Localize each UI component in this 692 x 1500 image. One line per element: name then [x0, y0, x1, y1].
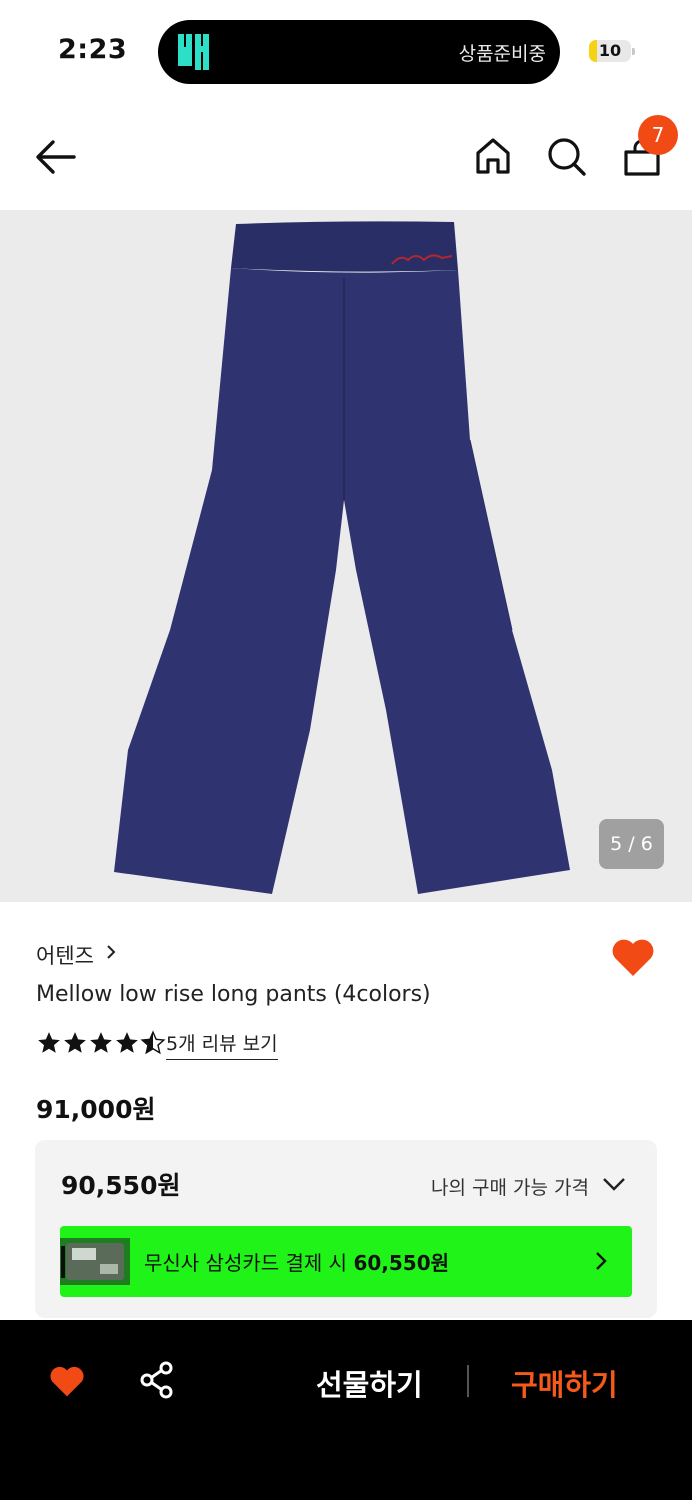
- status-bar: 2:23 배민 상품준비중 10: [0, 0, 692, 100]
- reviews-link[interactable]: 5개 리뷰 보기: [166, 1029, 278, 1060]
- samsung-card-image-icon: [60, 1238, 130, 1285]
- share-icon[interactable]: [138, 1361, 176, 1399]
- bottom-action-bar: 선물하기 구매하기: [0, 1320, 692, 1500]
- promo-prefix: 무신사 삼성카드 결제 시: [144, 1251, 354, 1275]
- star-filled-icon: [116, 1032, 138, 1053]
- battery-level: 10: [598, 41, 622, 60]
- gift-button[interactable]: 선물하기: [316, 1362, 423, 1404]
- cart-count-badge[interactable]: 7: [638, 115, 678, 155]
- star-filled-icon: [38, 1032, 60, 1053]
- baemin-logo-icon: [176, 30, 216, 74]
- my-price-toggle[interactable]: 나의 구매 가능 가격: [431, 1173, 589, 1200]
- home-icon[interactable]: [473, 136, 513, 176]
- rating-stars: [36, 1030, 166, 1056]
- original-price: 91,000원: [36, 1095, 156, 1124]
- star-filled-icon: [90, 1032, 112, 1053]
- heart-filled-icon[interactable]: [48, 1364, 86, 1398]
- current-price: 90,550원: [61, 1171, 181, 1200]
- heart-filled-icon[interactable]: [610, 936, 656, 978]
- battery-tip: [632, 48, 635, 55]
- product-name: Mellow low rise long pants (4colors): [36, 982, 431, 1007]
- product-image-gallery[interactable]: [0, 210, 692, 902]
- card-promo-banner[interactable]: 무신사 삼성카드 결제 시 60,550원: [60, 1226, 632, 1297]
- top-nav: [0, 100, 692, 210]
- status-time: 2:23: [58, 34, 128, 65]
- divider: [467, 1365, 469, 1397]
- star-half-icon: [140, 1030, 166, 1055]
- buy-button[interactable]: 구매하기: [511, 1362, 618, 1404]
- island-status-text: 상품준비중: [458, 43, 546, 65]
- search-icon[interactable]: [546, 136, 588, 178]
- star-filled-icon: [64, 1032, 86, 1053]
- chevron-right-icon[interactable]: [104, 943, 118, 961]
- product-image-pants: [114, 221, 570, 894]
- battery-indicator: 10: [589, 40, 631, 62]
- chevron-down-icon[interactable]: [601, 1176, 627, 1192]
- promo-price: 60,550원: [353, 1251, 450, 1275]
- promo-text: 무신사 삼성카드 결제 시 60,550원: [144, 1247, 449, 1276]
- price-box: 90,550원 나의 구매 가능 가격 무신사 삼성카드 결제 시 60,550…: [35, 1140, 657, 1318]
- chevron-right-icon: [596, 1252, 607, 1270]
- back-arrow-icon[interactable]: [34, 138, 78, 176]
- dynamic-island[interactable]: 배민 상품준비중: [158, 20, 560, 84]
- brand-name-link[interactable]: 어텐즈: [36, 940, 94, 970]
- image-counter: 5 / 6: [599, 819, 664, 869]
